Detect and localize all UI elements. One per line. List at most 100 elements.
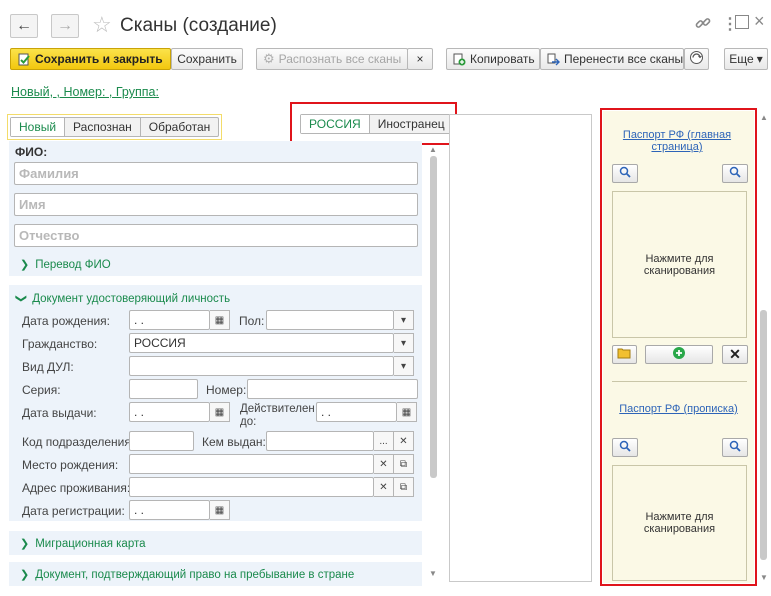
issue-date-field[interactable]: . .: [129, 402, 210, 422]
birth-place-label: Место рождения:: [22, 458, 119, 472]
select-ellipsis-button[interactable]: ...: [374, 431, 394, 451]
scan-area-main-page[interactable]: Нажмите для сканирования: [612, 191, 747, 338]
tab-foreigner[interactable]: Иностранец: [370, 115, 453, 133]
translate-fio-group[interactable]: ❯ Перевод ФИО: [20, 258, 111, 271]
series-label: Серия:: [22, 383, 61, 397]
division-code-field[interactable]: [129, 431, 194, 451]
transfer-icon: [547, 52, 560, 66]
tab-new[interactable]: Новый: [11, 118, 66, 136]
stay-document-group[interactable]: ❯ Документ, подтверждающий право на пребы…: [20, 568, 354, 581]
citizenship-field[interactable]: РОССИЯ: [129, 333, 394, 353]
save-document-icon: [17, 52, 31, 66]
tab-recognized[interactable]: Распознан: [65, 118, 141, 136]
address-field[interactable]: [129, 477, 374, 497]
calendar-icon[interactable]: ▦: [210, 402, 230, 422]
country-tabs: РОССИЯ Иностранец: [300, 114, 454, 134]
folder-icon: [617, 347, 632, 362]
issued-by-label: Кем выдан:: [202, 435, 266, 449]
dropdown-icon[interactable]: ▾: [394, 356, 414, 376]
link-icon[interactable]: [694, 14, 712, 32]
citizenship-label: Гражданство:: [22, 337, 98, 351]
fio-label: ФИО:: [15, 145, 48, 159]
form-scroll-thumb[interactable]: [429, 156, 437, 478]
open-icon[interactable]: ⧉: [394, 454, 414, 474]
migration-card-group[interactable]: ❯ Миграционная карта: [20, 537, 146, 550]
registration-date-field[interactable]: . .: [129, 500, 210, 520]
scans-scrollbar[interactable]: ▲ ▼: [759, 114, 769, 582]
magnifier-rotate-icon: [728, 166, 742, 181]
chevron-down-icon: ▾: [756, 52, 763, 66]
clear-icon[interactable]: ✕: [394, 431, 414, 451]
document-header-link[interactable]: Новый, , Номер: , Группа:: [11, 85, 159, 99]
forward-button[interactable]: →: [51, 14, 79, 38]
series-field[interactable]: [129, 379, 198, 399]
clear-icon[interactable]: ✕: [374, 454, 394, 474]
scanner-icon: [689, 50, 704, 68]
chevron-down-icon: ❯: [15, 293, 28, 304]
more-menu-button[interactable]: Еще ▾: [724, 48, 768, 70]
copy-button[interactable]: Копировать: [446, 48, 540, 70]
issued-by-field[interactable]: [266, 431, 374, 451]
dropdown-icon[interactable]: ▾: [394, 333, 414, 353]
scan-preview-area[interactable]: [449, 114, 592, 582]
gender-field[interactable]: [266, 310, 394, 330]
delete-scan-button[interactable]: ✕: [722, 345, 748, 364]
rotate-left-button[interactable]: [612, 438, 638, 457]
valid-until-label: Действителен до:: [240, 403, 315, 428]
add-scan-button[interactable]: [645, 345, 713, 364]
lastname-field[interactable]: Фамилия: [14, 162, 418, 185]
back-button[interactable]: ←: [10, 14, 38, 38]
number-field[interactable]: [247, 379, 418, 399]
valid-until-field[interactable]: . .: [316, 402, 397, 422]
rotate-left-button[interactable]: [612, 164, 638, 183]
firstname-field[interactable]: Имя: [14, 193, 418, 216]
cross-icon: ×: [416, 52, 424, 66]
scan-area-registration[interactable]: Нажмите для сканирования: [612, 465, 747, 581]
tab-russia[interactable]: РОССИЯ: [301, 115, 370, 133]
scan-title-registration[interactable]: Паспорт РФ (прописка): [612, 403, 745, 415]
arrow-left-icon: ←: [16, 17, 32, 34]
close-icon[interactable]: ×: [754, 11, 765, 32]
open-file-button[interactable]: [612, 345, 637, 364]
scans-scroll-thumb[interactable]: [760, 310, 767, 560]
scroll-down-icon[interactable]: ▼: [428, 569, 438, 578]
form-scrollbar[interactable]: ▲ ▼: [428, 146, 438, 579]
dropdown-icon[interactable]: ▾: [394, 310, 414, 330]
recognize-all-scans-button[interactable]: ⚙ Распознать все сканы: [256, 48, 408, 70]
identity-document-group[interactable]: ❯ Документ удостоверяющий личность: [15, 292, 230, 305]
number-label: Номер:: [206, 383, 247, 397]
chevron-right-icon: ❯: [20, 259, 30, 271]
dul-type-field[interactable]: [129, 356, 394, 376]
scan-title-main-page[interactable]: Паспорт РФ (главная страница): [612, 129, 742, 153]
calendar-icon[interactable]: ▦: [210, 500, 230, 520]
cancel-recognize-button[interactable]: ×: [407, 48, 433, 70]
scanner-settings-button[interactable]: [684, 48, 709, 70]
close-icon: ✕: [729, 346, 741, 362]
chevron-right-icon: ❯: [20, 569, 30, 581]
birth-date-field[interactable]: . .: [129, 310, 210, 330]
save-button[interactable]: Сохранить: [171, 48, 243, 70]
magnifier-rotate-icon: [728, 440, 742, 455]
open-icon[interactable]: ⧉: [394, 477, 414, 497]
issue-date-label: Дата выдачи:: [22, 406, 97, 420]
birth-date-label: Дата рождения:: [22, 314, 110, 328]
scroll-down-icon[interactable]: ▼: [759, 573, 769, 582]
patronymic-field[interactable]: Отчество: [14, 224, 418, 247]
page-title: Сканы (создание): [120, 15, 277, 36]
calendar-icon[interactable]: ▦: [397, 402, 417, 422]
scroll-up-icon[interactable]: ▲: [428, 146, 438, 154]
magnifier-rotate-icon: [618, 166, 632, 181]
rotate-right-button[interactable]: [722, 438, 748, 457]
transfer-all-scans-button[interactable]: Перенести все сканы: [540, 48, 684, 70]
scroll-up-icon[interactable]: ▲: [759, 114, 769, 122]
rotate-right-button[interactable]: [722, 164, 748, 183]
status-tabs: Новый Распознан Обработан: [10, 117, 220, 137]
tab-processed[interactable]: Обработан: [141, 118, 219, 136]
maximize-icon[interactable]: [735, 15, 749, 29]
favorite-star-icon[interactable]: ☆: [92, 12, 112, 38]
save-and-close-button[interactable]: Сохранить и закрыть: [10, 48, 171, 70]
birth-place-field[interactable]: [129, 454, 374, 474]
calendar-icon[interactable]: ▦: [210, 310, 230, 330]
gender-label: Пол:: [239, 314, 265, 328]
clear-icon[interactable]: ✕: [374, 477, 394, 497]
